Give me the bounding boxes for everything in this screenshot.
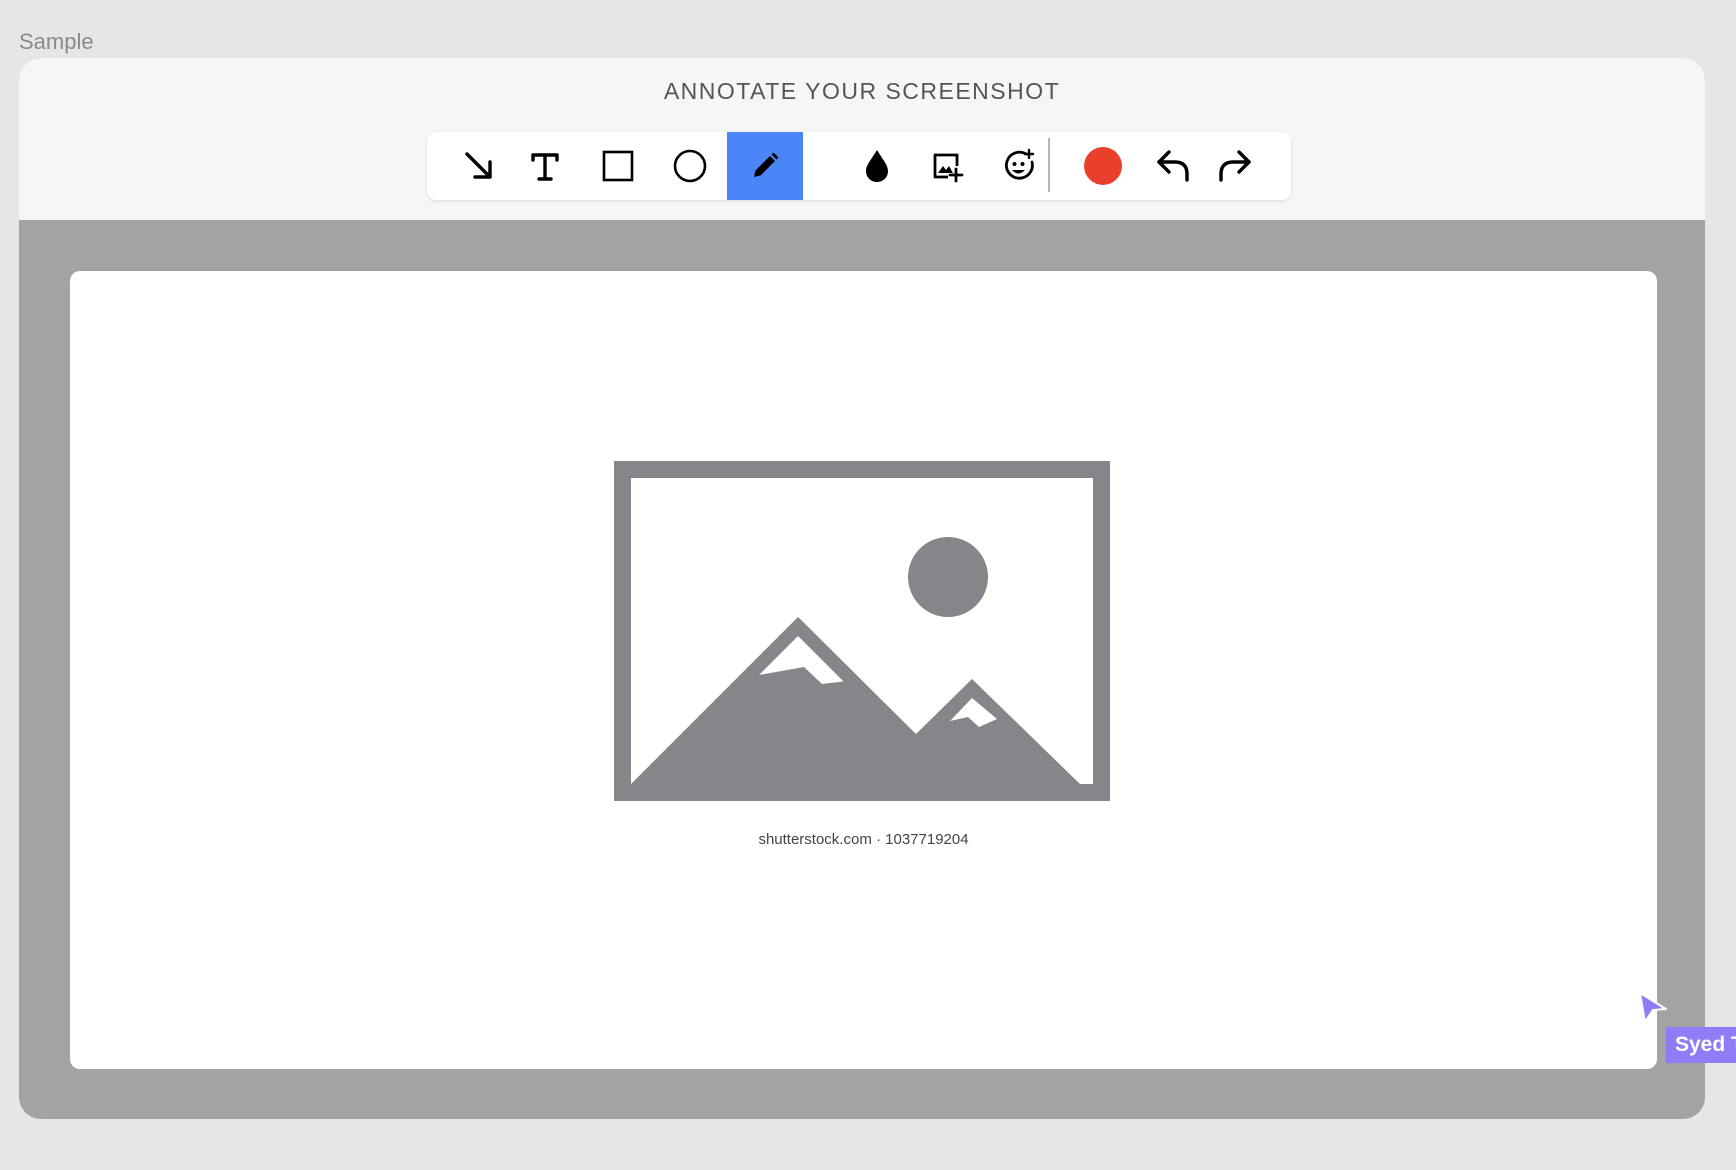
circle-icon (670, 146, 710, 186)
image-caption: shutterstock.com · 1037719204 (758, 831, 969, 846)
collaborator-name-tag: Syed T (1666, 1027, 1736, 1063)
rectangle-tool-button[interactable] (584, 132, 652, 200)
color-picker-button[interactable] (1069, 132, 1137, 200)
square-icon (598, 146, 638, 186)
arrow-diagonal-icon (459, 146, 499, 186)
redo-icon (1215, 146, 1255, 186)
blur-tool-button[interactable] (843, 132, 911, 200)
undo-icon (1153, 146, 1193, 186)
annotation-panel: ANNOTATE YOUR SCREENSHOT shutterstock.co… (19, 58, 1705, 1119)
color-swatch-icon (1083, 146, 1123, 186)
panel-title: ANNOTATE YOUR SCREENSHOT (663, 78, 1061, 104)
collaborator-cursor-icon (1637, 990, 1669, 1026)
toolbar-divider (1048, 138, 1050, 192)
undo-button[interactable] (1139, 132, 1207, 200)
image-placeholder-icon (614, 461, 1110, 801)
ellipse-tool-button[interactable] (656, 132, 724, 200)
annotation-toolbar (427, 132, 1291, 200)
annotation-canvas[interactable]: shutterstock.com · 1037719204 (70, 271, 1657, 1069)
add-emoji-tool-button[interactable] (985, 132, 1053, 200)
redo-button[interactable] (1201, 132, 1269, 200)
pencil-icon (745, 146, 785, 186)
emoji-add-icon (999, 146, 1039, 186)
add-image-tool-button[interactable] (913, 132, 981, 200)
droplet-icon (857, 146, 897, 186)
panel-header: ANNOTATE YOUR SCREENSHOT (19, 58, 1705, 220)
image-add-icon (927, 146, 967, 186)
text-icon (525, 146, 565, 186)
text-tool-button[interactable] (511, 132, 579, 200)
frame-label: Sample (19, 29, 94, 54)
pen-tool-button[interactable] (727, 132, 803, 200)
arrow-tool-button[interactable] (445, 132, 513, 200)
